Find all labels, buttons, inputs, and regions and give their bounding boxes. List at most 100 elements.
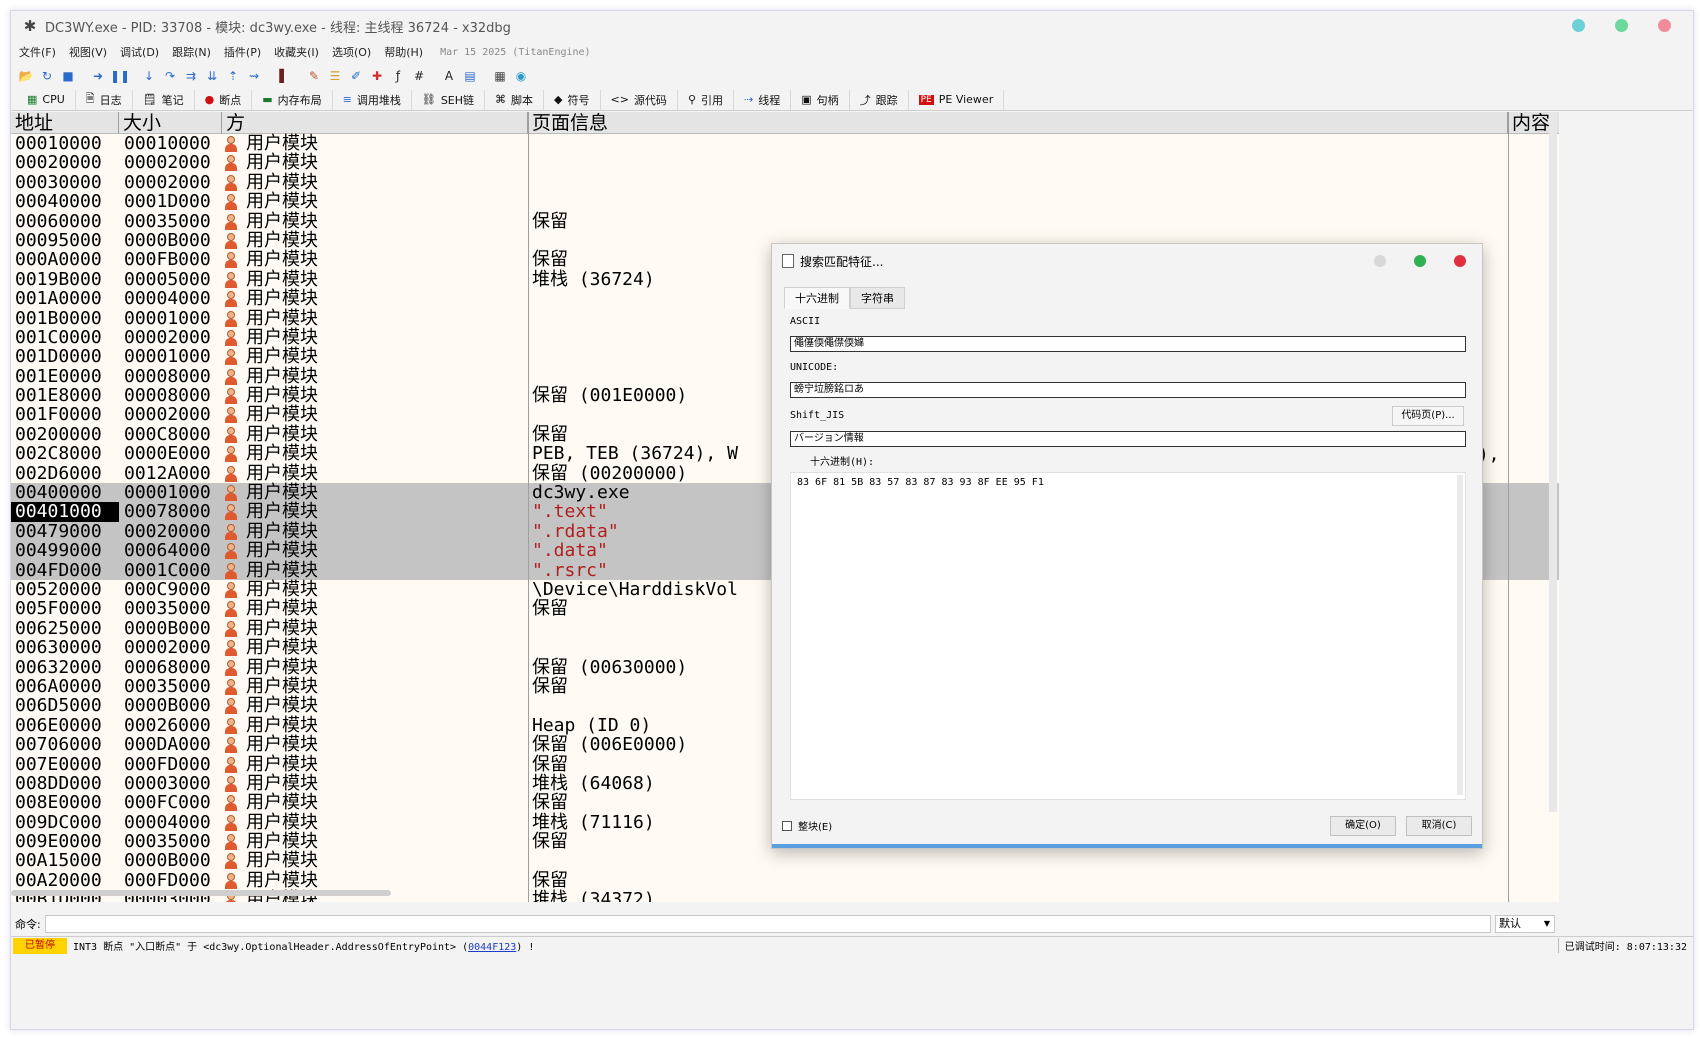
header-page-info[interactable]: 页面信息 — [528, 112, 1508, 134]
checkbox-box[interactable] — [782, 820, 792, 831]
hex-label: 十六进制(H): — [810, 457, 875, 468]
execute-till-return-icon[interactable]: ⇡ — [224, 67, 242, 85]
tab-script[interactable]: ⌘ 脚本 — [485, 89, 545, 110]
scylla-icon[interactable]: ▌ — [275, 67, 293, 85]
restart-icon[interactable]: ↻ — [38, 67, 56, 85]
user-module-icon — [223, 581, 239, 598]
calculator-icon[interactable]: ▦ — [491, 67, 509, 85]
ok-button[interactable]: 确定(O) — [1330, 816, 1396, 836]
pause-icon[interactable]: ❚❚ — [110, 67, 130, 85]
label-icon[interactable]: ✐ — [347, 67, 365, 85]
step-over-icon[interactable]: ↷ — [161, 67, 179, 85]
row-party: 用户模块 — [246, 520, 318, 542]
trace-over-icon[interactable]: ⇊ — [203, 67, 221, 85]
close-button[interactable] — [1658, 19, 1671, 32]
tab-seh[interactable]: ⛓ SEH链 — [412, 89, 486, 110]
header-address[interactable]: 地址 — [11, 112, 119, 134]
row-size: 00035000 — [124, 598, 211, 620]
minimize-button[interactable] — [1572, 19, 1585, 32]
row-size: 0000E000 — [124, 443, 211, 465]
bookmark-icon[interactable]: ✚ — [368, 67, 386, 85]
row-party: 用户模块 — [246, 171, 318, 193]
row-size: 000C8000 — [124, 423, 211, 445]
ascii-input[interactable]: 僶僿偄僶僸偄嬵 — [790, 336, 1466, 352]
maximize-button[interactable] — [1615, 19, 1628, 32]
row-address: 00A20000 — [15, 869, 102, 891]
row-size: 0000B000 — [124, 695, 211, 717]
table-row[interactable]: 00A20000 000FD000 用户模块 保留 — [11, 869, 1559, 891]
script-icon[interactable]: ▤ — [461, 67, 479, 85]
whole-block-checkbox[interactable]: 整块(E) — [782, 818, 832, 833]
tab-notes[interactable]: 🗒 笔记 — [133, 89, 195, 110]
tab-threads[interactable]: ⇢ 线程 — [734, 89, 792, 110]
tab-cpu[interactable]: ▦ CPU — [17, 89, 76, 110]
command-mode-select[interactable]: 默认 ▼ — [1495, 915, 1555, 933]
entry-address-link[interactable]: 0044F123 — [468, 942, 516, 953]
tab-symbols[interactable]: ◆ 符号 — [544, 89, 601, 110]
edit-icon[interactable]: ✎ — [305, 67, 323, 85]
tab-memory-map[interactable]: ▬ 内存布局 — [252, 89, 333, 110]
menu-item[interactable]: 插件(P) — [224, 44, 261, 60]
user-module-icon — [223, 775, 239, 792]
run-icon[interactable]: ➜ — [89, 67, 107, 85]
menu-item[interactable]: 跟踪(N) — [172, 44, 211, 60]
debug-time: 已调试时间: 8:07:13:32 — [1557, 938, 1687, 953]
command-input[interactable] — [45, 915, 1491, 933]
function-icon[interactable]: ƒ — [389, 67, 407, 85]
tab-source[interactable]: <> 源代码 — [601, 89, 678, 110]
table-row[interactable]: 00040000 0001D000 用户模块 — [11, 192, 1559, 212]
row-page-info: ".text" — [532, 501, 608, 523]
comment-icon[interactable]: ☰ — [326, 67, 344, 85]
menu-item[interactable]: 视图(V) — [69, 44, 107, 60]
dialog-minimize-button[interactable] — [1374, 255, 1386, 267]
header-party[interactable]: 方 — [222, 112, 528, 134]
shift-jis-input[interactable]: バージョン情報 — [790, 431, 1466, 447]
cancel-button[interactable]: 取消(C) — [1406, 816, 1472, 836]
stop-icon[interactable]: ■ — [59, 67, 77, 85]
tab-label: 线程 — [758, 93, 781, 107]
header-size[interactable]: 大小 — [119, 112, 222, 134]
tab-callstack[interactable]: ≡ 调用堆栈 — [333, 89, 412, 110]
table-row[interactable]: 00A15000 0000B000 用户模块 — [11, 851, 1559, 871]
codepage-button[interactable]: 代码页(P)... — [1392, 406, 1464, 426]
vertical-scrollbar[interactable] — [1549, 112, 1557, 812]
hash-icon[interactable]: # — [410, 67, 428, 85]
tab-log[interactable]: 🗎 日志 — [76, 89, 133, 110]
open-icon[interactable]: 📂 — [17, 67, 35, 85]
table-row[interactable]: 00060000 00035000 用户模块 保留 — [11, 211, 1559, 231]
hex-textarea[interactable]: 83 6F 81 5B 83 57 83 87 83 93 8F EE 95 F… — [790, 472, 1466, 800]
tab-string[interactable]: 字符串 — [850, 287, 905, 309]
trace-into-icon[interactable]: ⇉ — [182, 67, 200, 85]
tab-references[interactable]: ⚲ 引用 — [678, 89, 734, 110]
tab-label: 日志 — [99, 93, 122, 107]
status-message-text: INT3 断点 "入口断点" 于 <dc3wy.OptionalHeader.A… — [73, 942, 469, 953]
menu-item[interactable]: 选项(O) — [332, 44, 371, 60]
tab-handles[interactable]: ▣ 句柄 — [791, 89, 850, 110]
user-module-icon — [223, 252, 239, 269]
globe-icon[interactable]: ◉ — [512, 67, 530, 85]
menu-item[interactable]: 收藏夹(I) — [274, 44, 319, 60]
menu-item[interactable]: 文件(F) — [19, 44, 56, 60]
horizontal-scrollbar[interactable] — [11, 890, 391, 896]
tab-breakpoint[interactable]: ● 断点 — [195, 89, 253, 110]
table-row[interactable]: 00010000 00010000 用户模块 — [11, 134, 1559, 154]
dialog-close-button[interactable] — [1454, 255, 1466, 267]
script-icon: ⌘ — [495, 93, 507, 106]
threads-icon: ⇢ — [744, 93, 754, 106]
table-row[interactable]: 00020000 00002000 用户模块 — [11, 153, 1559, 173]
unicode-input[interactable]: 螃宁垃膀銘ロあ — [790, 382, 1466, 398]
tab-hex[interactable]: 十六进制 — [784, 287, 850, 309]
dialog-accent-bar — [772, 844, 1482, 848]
dialog-maximize-button[interactable] — [1414, 255, 1426, 267]
menu-item[interactable]: 帮助(H) — [384, 44, 423, 60]
table-row[interactable]: 00030000 00002000 用户模块 — [11, 171, 1559, 193]
row-page-info: dc3wy.exe — [532, 482, 630, 504]
tab-trace[interactable]: ⤴ 跟踪 — [850, 89, 909, 110]
run-to-user-code-icon[interactable]: ⇝ — [245, 67, 263, 85]
hex-scrollbar[interactable] — [1457, 475, 1463, 795]
step-into-icon[interactable]: ↓ — [140, 67, 158, 85]
menu-item[interactable]: 调试(D) — [120, 44, 159, 60]
row-size: 0012A000 — [124, 462, 211, 484]
font-icon[interactable]: A — [440, 67, 458, 85]
tab-pe-viewer[interactable]: PE PE Viewer — [909, 89, 1005, 110]
